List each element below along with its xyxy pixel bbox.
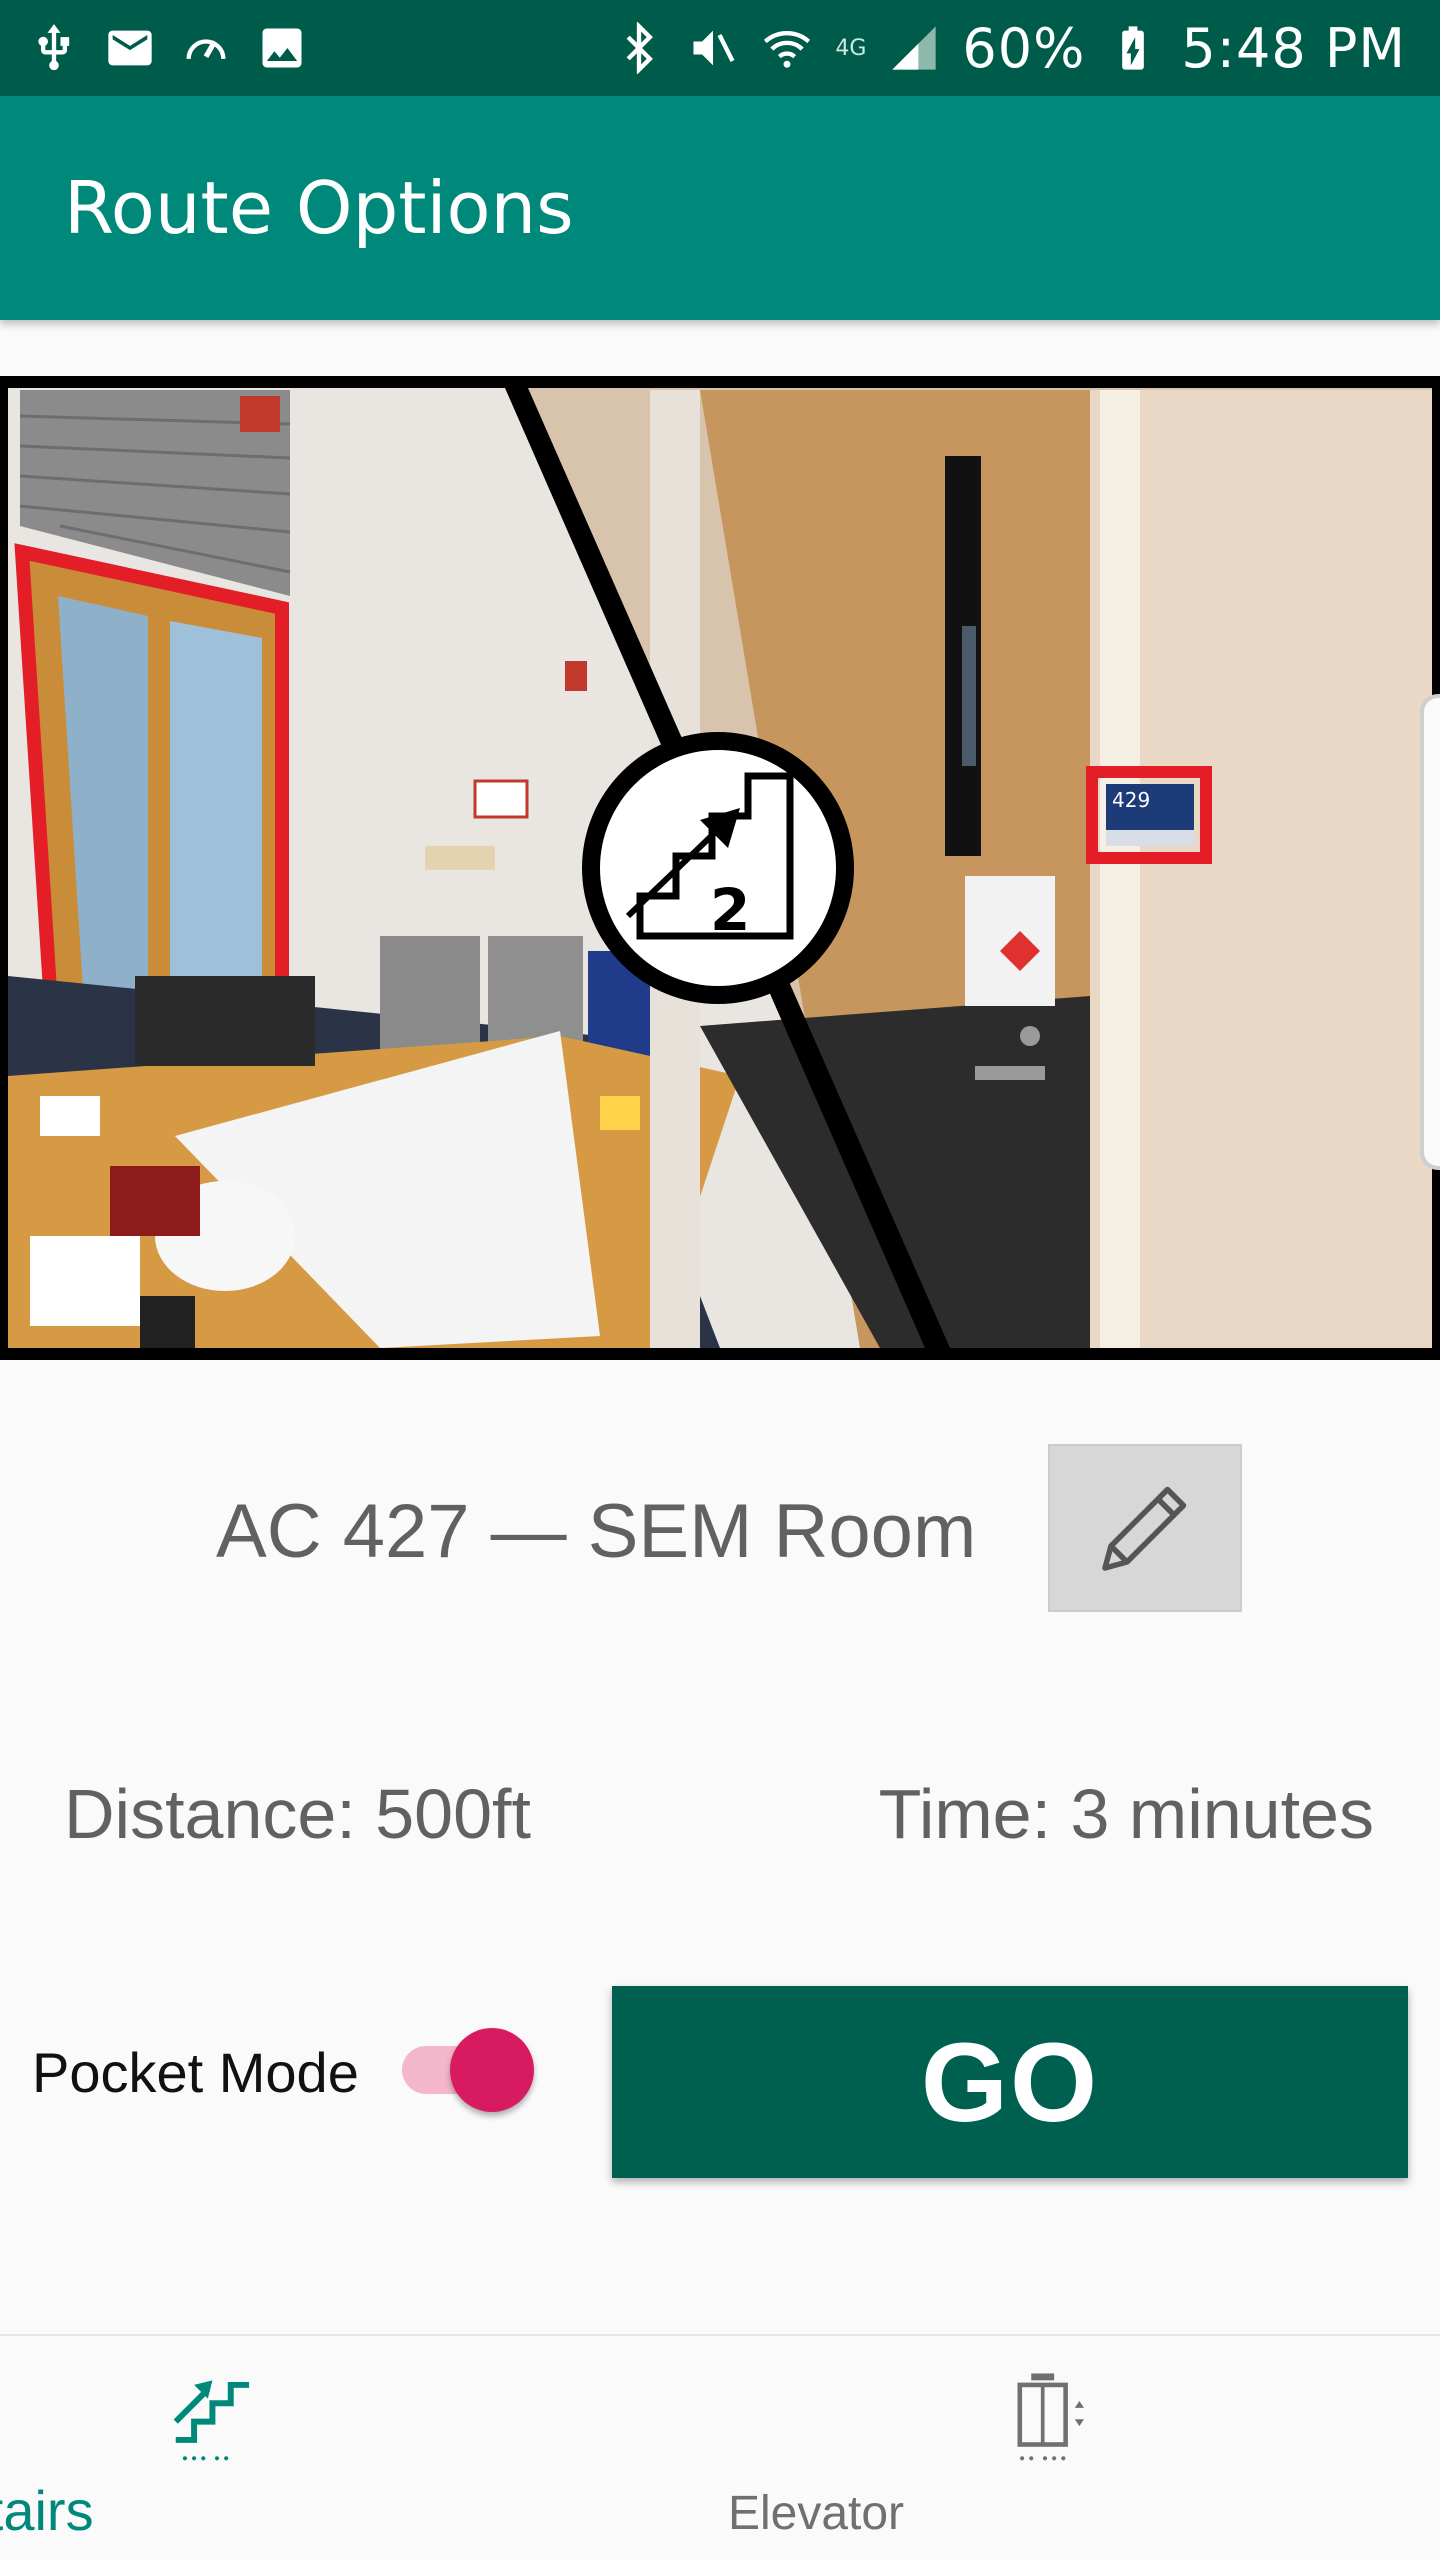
mail-icon [108,30,152,66]
image-icon [262,28,302,68]
go-button[interactable]: GO [612,1986,1408,2178]
floor-badge-number: 2 [710,876,751,944]
destination-label: AC 427 — SEM Room [216,1489,977,1574]
mute-vibrate-icon [693,30,735,66]
battery-percent: 60% [962,16,1086,80]
elevator-icon [1017,2373,1084,2461]
nav-label-stairs: Stairs [0,2479,94,2542]
network-type-label: 4G [835,35,867,61]
stairs-icon [173,2380,250,2461]
usb-icon [38,24,70,71]
app-bar: Route Options [0,96,1440,320]
status-bar-right-icons: 4G 60% 5:48 PM [613,16,1406,80]
bottom-navigation: Stairs Elevator [0,2334,1440,2560]
route-time: Time: 3 minutes [878,1775,1374,1853]
nav-label-elevator: Elevator [727,2487,905,2540]
go-button-label: GO [920,2019,1100,2145]
page-title: Route Options [64,166,574,250]
pencil-icon [1102,1486,1187,1571]
pocket-mode-label: Pocket Mode [32,2041,359,2104]
pocket-mode-toggle[interactable] [402,2028,542,2112]
edit-destination-button[interactable] [1048,1444,1242,1612]
status-bar-left-icons [28,18,308,78]
toggle-thumb [450,2028,534,2112]
route-photo-illustration [0,376,1440,1360]
battery-charging-icon [1122,26,1145,70]
status-bar: 4G 60% 5:48 PM [0,0,1440,96]
exit-sign [240,396,280,432]
speed-icon [186,39,226,59]
side-panel-handle[interactable] [1420,694,1440,1170]
bluetooth-icon [626,22,654,74]
route-preview-image: 429 2 [0,376,1440,1360]
signal-icon [892,26,937,70]
clock: 5:48 PM [1181,16,1406,80]
wifi-icon [764,31,811,68]
nav-item-elevator[interactable]: Elevator [720,2336,1440,2560]
room-sign-number: 429 [1112,788,1151,812]
route-distance: Distance: 500ft [64,1775,531,1853]
